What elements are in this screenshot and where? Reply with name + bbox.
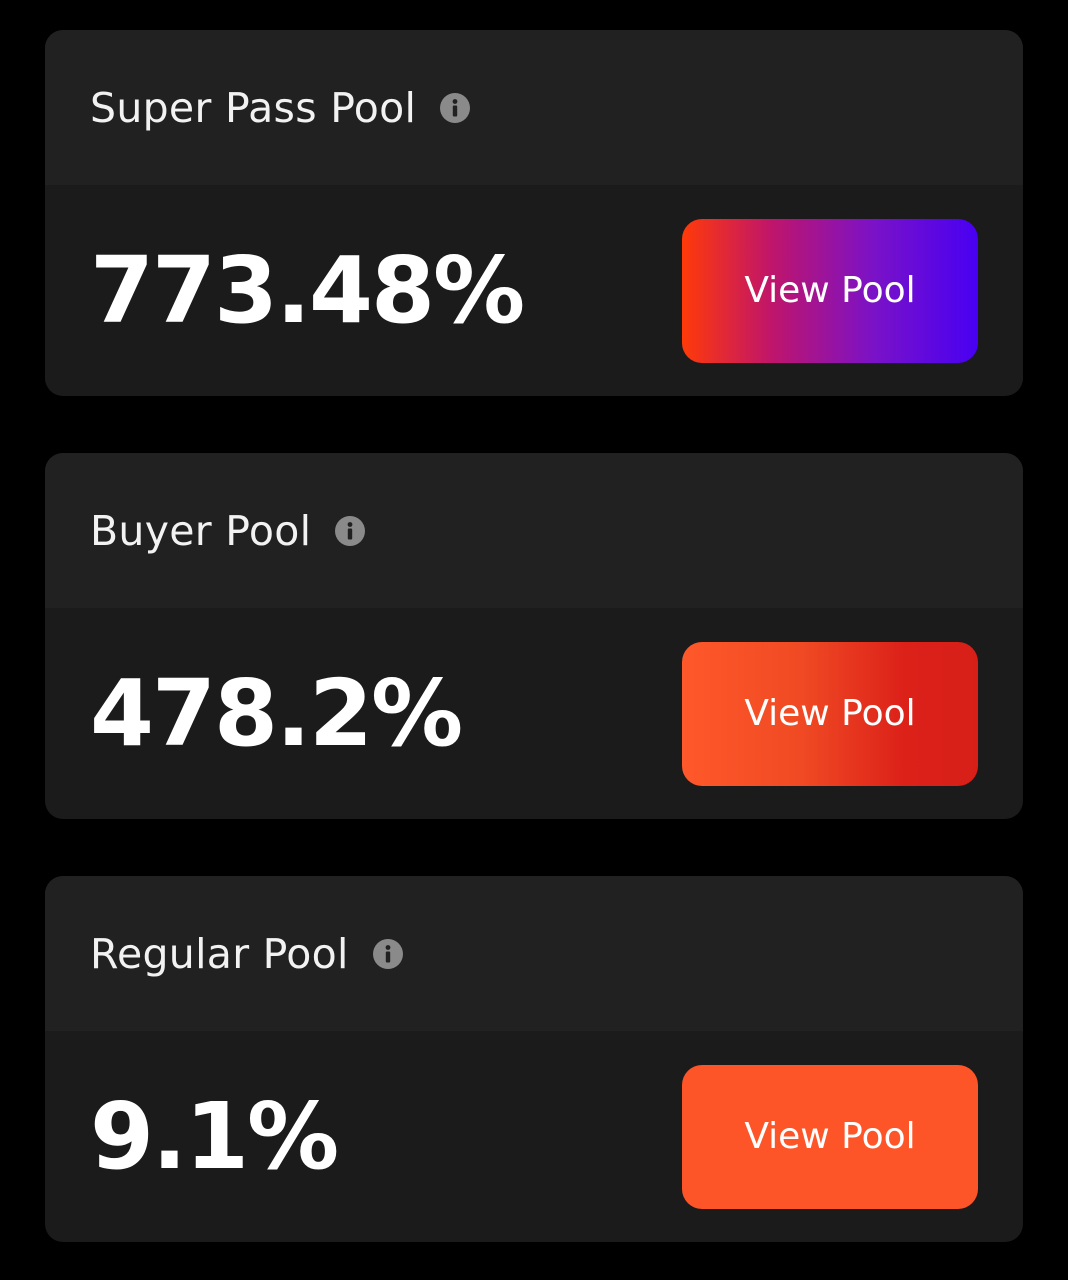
info-icon[interactable]: [372, 938, 403, 969]
pool-apr-value: 773.48%: [90, 237, 525, 344]
pool-card-regular: Regular Pool 9.1% View Pool: [45, 876, 1023, 1242]
pool-card-header: Buyer Pool: [45, 453, 1023, 608]
pool-title: Buyer Pool: [90, 506, 312, 555]
pool-card-body: 773.48% View Pool: [45, 185, 1023, 396]
pool-title: Regular Pool: [90, 929, 349, 978]
view-pool-button[interactable]: View Pool: [682, 218, 978, 363]
pool-card-body: 9.1% View Pool: [45, 1031, 1023, 1242]
pool-card-super-pass: Super Pass Pool 773.48% View Pool: [45, 30, 1023, 396]
pool-apr-value: 478.2%: [90, 660, 463, 767]
view-pool-button[interactable]: View Pool: [682, 1064, 978, 1209]
info-icon[interactable]: [440, 92, 471, 123]
pool-card-header: Super Pass Pool: [45, 30, 1023, 185]
pool-title: Super Pass Pool: [90, 83, 417, 132]
pool-card-header: Regular Pool: [45, 876, 1023, 1031]
pool-card-buyer: Buyer Pool 478.2% View Pool: [45, 453, 1023, 819]
pool-card-body: 478.2% View Pool: [45, 608, 1023, 819]
pool-apr-value: 9.1%: [90, 1083, 339, 1190]
view-pool-button[interactable]: View Pool: [682, 641, 978, 786]
info-icon[interactable]: [335, 515, 366, 546]
